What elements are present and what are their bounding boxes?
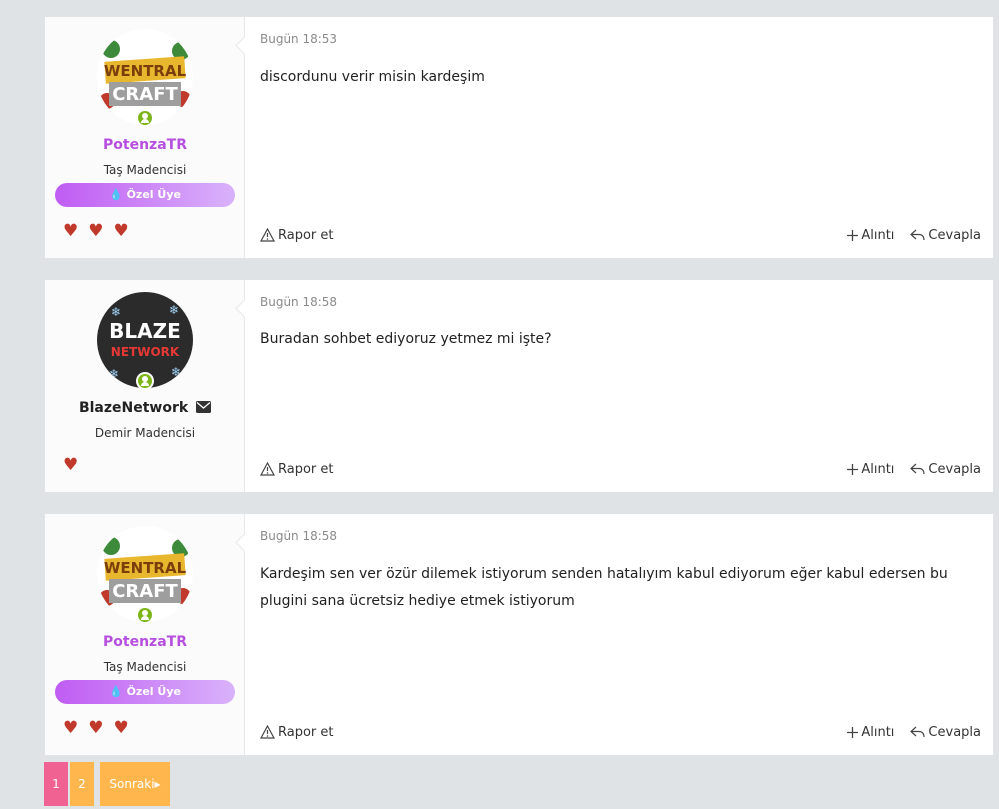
pagination: 1 2 Sonraki▸ (44, 762, 170, 806)
heart-icon: ♥ (63, 455, 79, 475)
user-title: Taş Madencisi (103, 660, 187, 674)
user-banner: 💧 Özel Üye (55, 680, 235, 704)
quote-label: Alıntı (861, 227, 895, 243)
online-status-icon (136, 606, 154, 624)
page-1-button[interactable]: 1 (44, 762, 68, 806)
quote-button[interactable]: Alıntı (847, 725, 894, 740)
heart-icon: ♥ (63, 718, 79, 738)
heart-icon: ♥ (113, 718, 129, 738)
reply-button[interactable]: Cevapla (910, 228, 981, 243)
username-label: BlazeNetwork (78, 400, 189, 416)
report-label: Rapor et (278, 724, 334, 740)
username[interactable]: PotenzaTR (45, 634, 245, 650)
quote-button[interactable]: Alıntı (847, 462, 894, 477)
user-panel: WENTRAL CRAFT PotenzaTR Taş Madencisi 💧 … (45, 17, 254, 258)
user-panel: ❄ ❄ ❄ ❄ BLAZE NETWORK BlazeNetwork Demir… (45, 280, 254, 492)
avatar-text-top: WENTRAL (104, 62, 187, 80)
user-panel: WENTRAL CRAFT PotenzaTR Taş Madencisi 💧 … (45, 514, 254, 755)
post-date[interactable]: Bugün 18:53 (260, 32, 337, 46)
report-button[interactable]: Rapor et (260, 228, 334, 243)
reaction-hearts: ♥ ♥ ♥ (63, 223, 129, 240)
next-label: Sonraki (109, 777, 155, 791)
page-2-button[interactable]: 2 (70, 762, 94, 806)
avatar-text-top: BLAZE (109, 319, 181, 343)
post-date[interactable]: Bugün 18:58 (260, 295, 337, 309)
avatar-text-bottom: NETWORK (111, 345, 180, 359)
post-message: discordunu verir misin kardeşim (260, 69, 485, 85)
post-message: Buradan sohbet ediyoruz yetmez mi işte? (260, 331, 552, 347)
post-content: Bugün 18:58 Buradan sohbet ediyoruz yetm… (245, 280, 993, 492)
avatar-text-bottom: CRAFT (112, 84, 178, 105)
user-title: Demir Madencisi (94, 426, 196, 440)
heart-icon: ♥ (113, 221, 129, 241)
report-label: Rapor et (278, 461, 334, 477)
banner-label: Özel Üye (126, 188, 181, 201)
reply-arrow-icon (910, 463, 926, 475)
avatar-text-bottom: CRAFT (112, 581, 178, 602)
post-actions: Rapor et Alıntı Cevapla (260, 723, 981, 741)
reply-arrow-icon (910, 229, 926, 241)
warning-triangle-icon (260, 228, 275, 242)
heart-icon: ♥ (88, 718, 104, 738)
post-content: Bugün 18:58 Kardeşim sen ver özür dileme… (245, 514, 993, 755)
user-title: Taş Madencisi (103, 163, 187, 177)
quote-label: Alıntı (861, 724, 895, 740)
warning-triangle-icon (260, 462, 275, 476)
post-date[interactable]: Bugün 18:58 (260, 529, 337, 543)
svg-text:❄: ❄ (111, 305, 121, 319)
chevron-right-icon: ▸ (154, 777, 161, 791)
reply-label: Cevapla (928, 724, 981, 740)
drop-icon: 💧 (109, 685, 123, 698)
next-page-button[interactable]: Sonraki▸ (100, 762, 170, 806)
user-banner: 💧 Özel Üye (55, 183, 235, 207)
post: ❄ ❄ ❄ ❄ BLAZE NETWORK BlazeNetwork Demir… (44, 279, 994, 493)
post: WENTRAL CRAFT PotenzaTR Taş Madencisi 💧 … (44, 513, 994, 756)
svg-text:❄: ❄ (169, 303, 179, 317)
online-status-icon (136, 372, 154, 390)
warning-triangle-icon (260, 725, 275, 739)
quote-label: Alıntı (861, 461, 895, 477)
drop-icon: 💧 (109, 188, 123, 201)
reaction-hearts: ♥ ♥ ♥ (63, 720, 129, 737)
post-actions: Rapor et Alıntı Cevapla (260, 460, 981, 478)
reply-button[interactable]: Cevapla (910, 725, 981, 740)
heart-icon: ♥ (88, 221, 104, 241)
post-content: Bugün 18:53 discordunu verir misin karde… (245, 17, 993, 258)
banner-label: Özel Üye (126, 685, 181, 698)
report-button[interactable]: Rapor et (260, 725, 334, 740)
username[interactable]: BlazeNetwork (45, 400, 245, 416)
reply-label: Cevapla (928, 461, 981, 477)
plus-icon (847, 726, 859, 738)
svg-text:❄: ❄ (109, 367, 119, 381)
svg-text:❄: ❄ (171, 365, 181, 379)
report-label: Rapor et (278, 227, 334, 243)
reaction-hearts: ♥ (63, 457, 78, 474)
post-message: Kardeşim sen ver özür dilemek istiyorum … (260, 566, 948, 609)
reply-label: Cevapla (928, 227, 981, 243)
envelope-icon[interactable] (196, 401, 212, 413)
username[interactable]: PotenzaTR (45, 137, 245, 153)
quote-button[interactable]: Alıntı (847, 228, 894, 243)
reply-button[interactable]: Cevapla (910, 462, 981, 477)
heart-icon: ♥ (63, 221, 79, 241)
avatar-text-top: WENTRAL (104, 559, 187, 577)
plus-icon (847, 463, 859, 475)
reply-arrow-icon (910, 726, 926, 738)
online-status-icon (136, 109, 154, 127)
plus-icon (847, 229, 859, 241)
post-actions: Rapor et Alıntı Cevapla (260, 226, 981, 244)
post: WENTRAL CRAFT PotenzaTR Taş Madencisi 💧 … (44, 16, 994, 259)
report-button[interactable]: Rapor et (260, 462, 334, 477)
